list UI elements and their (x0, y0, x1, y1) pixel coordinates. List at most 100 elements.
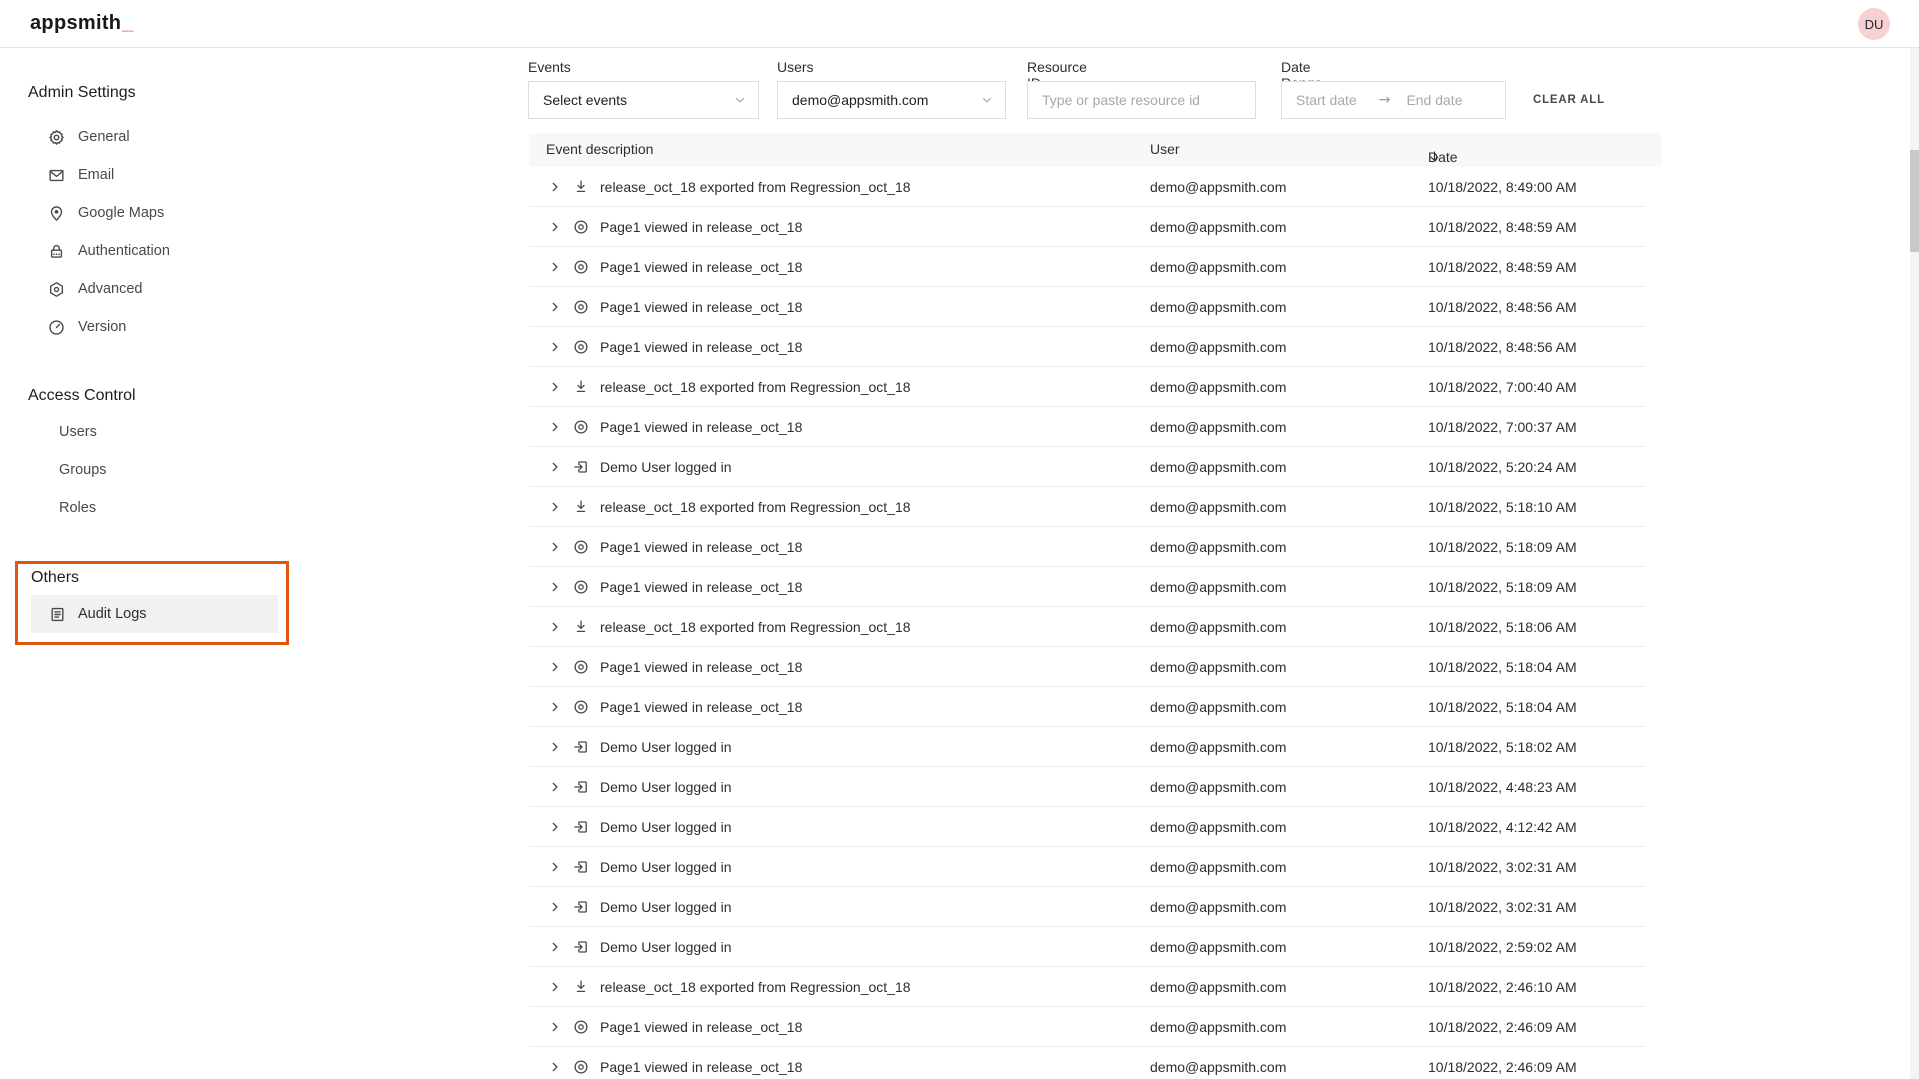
chevron-right-icon[interactable] (548, 780, 562, 794)
table-row[interactable]: Demo User logged indemo@appsmith.com10/1… (529, 447, 1645, 487)
chevron-right-icon[interactable] (548, 820, 562, 834)
table-row[interactable]: Page1 viewed in release_oct_18demo@appsm… (529, 287, 1645, 327)
event-date: 10/18/2022, 8:48:56 AM (1428, 327, 1577, 367)
sidebar-item-audit-logs[interactable]: Audit Logs (31, 595, 278, 633)
sidebar-item-users[interactable]: Users (0, 413, 320, 451)
event-date: 10/18/2022, 2:59:02 AM (1428, 927, 1577, 967)
chevron-right-icon[interactable] (548, 300, 562, 314)
sidebar-item-label: Version (78, 319, 126, 335)
events-select[interactable]: Select events (528, 81, 759, 119)
view-icon (573, 699, 589, 715)
table-row[interactable]: Demo User logged indemo@appsmith.com10/1… (529, 767, 1645, 807)
table-row[interactable]: Demo User logged indemo@appsmith.com10/1… (529, 927, 1645, 967)
chevron-right-icon[interactable] (548, 380, 562, 394)
table-row[interactable]: Demo User logged indemo@appsmith.com10/1… (529, 727, 1645, 767)
start-date-placeholder[interactable]: Start date (1296, 92, 1357, 108)
top-bar: appsmith_ DU (0, 0, 1919, 48)
table-row[interactable]: Page1 viewed in release_oct_18demo@appsm… (529, 567, 1645, 607)
user-avatar[interactable]: DU (1858, 8, 1890, 40)
table-row[interactable]: Demo User logged indemo@appsmith.com10/1… (529, 847, 1645, 887)
chevron-right-icon[interactable] (548, 420, 562, 434)
table-row[interactable]: Page1 viewed in release_oct_18demo@appsm… (529, 647, 1645, 687)
event-user: demo@appsmith.com (1150, 367, 1286, 407)
table-row[interactable]: Page1 viewed in release_oct_18demo@appsm… (529, 407, 1645, 447)
sidebar-access-control-items: Users GroupsRoles (0, 413, 320, 527)
sidebar-item-authentication[interactable]: Authentication (0, 232, 320, 270)
column-header-user[interactable]: User (1150, 141, 1180, 157)
chevron-right-icon[interactable] (548, 580, 562, 594)
chevron-right-icon[interactable] (548, 980, 562, 994)
chevron-right-icon[interactable] (548, 180, 562, 194)
table-row[interactable]: release_oct_18 exported from Regression_… (529, 167, 1645, 207)
chevron-right-icon[interactable] (548, 1060, 562, 1074)
event-description: release_oct_18 exported from Regression_… (600, 367, 911, 407)
event-description: release_oct_18 exported from Regression_… (600, 967, 911, 1007)
vertical-scrollbar-track[interactable] (1910, 48, 1919, 1079)
chevron-right-icon[interactable] (548, 740, 562, 754)
table-row[interactable]: Demo User logged indemo@appsmith.com10/1… (529, 807, 1645, 847)
sidebar-item-email[interactable]: Email (0, 156, 320, 194)
event-user: demo@appsmith.com (1150, 567, 1286, 607)
chevron-right-icon[interactable] (548, 620, 562, 634)
event-user: demo@appsmith.com (1150, 927, 1286, 967)
event-date: 10/18/2022, 5:20:24 AM (1428, 447, 1577, 487)
chevron-right-icon[interactable] (548, 860, 562, 874)
chevron-right-icon[interactable] (548, 1020, 562, 1034)
login-icon (573, 739, 589, 755)
chevron-right-icon[interactable] (548, 500, 562, 514)
chevron-right-icon[interactable] (548, 260, 562, 274)
table-row[interactable]: Page1 viewed in release_oct_18demo@appsm… (529, 207, 1645, 247)
sidebar-item-advanced[interactable]: Advanced (0, 270, 320, 308)
chevron-right-icon[interactable] (548, 700, 562, 714)
table-row[interactable]: release_oct_18 exported from Regression_… (529, 607, 1645, 647)
vertical-scrollbar-thumb[interactable] (1910, 150, 1919, 252)
event-date: 10/18/2022, 3:02:31 AM (1428, 847, 1577, 887)
sidebar-item-roles[interactable]: Roles (0, 489, 320, 527)
table-row[interactable]: Page1 viewed in release_oct_18demo@appsm… (529, 1047, 1645, 1079)
event-description: Page1 viewed in release_oct_18 (600, 687, 802, 727)
table-row[interactable]: release_oct_18 exported from Regression_… (529, 967, 1645, 1007)
table-row[interactable]: Page1 viewed in release_oct_18demo@appsm… (529, 327, 1645, 367)
audit-logs-filters: Events Select events Users demo@appsmith… (528, 48, 1919, 133)
login-icon (573, 459, 589, 475)
event-date: 10/18/2022, 5:18:04 AM (1428, 647, 1577, 687)
chevron-right-icon[interactable] (548, 460, 562, 474)
table-row[interactable]: Page1 viewed in release_oct_18demo@appsm… (529, 1007, 1645, 1047)
table-row[interactable]: Page1 viewed in release_oct_18demo@appsm… (529, 247, 1645, 287)
sidebar-item-label: Email (78, 167, 114, 183)
event-description: Page1 viewed in release_oct_18 (600, 1047, 802, 1079)
chevron-down-icon (734, 94, 746, 106)
sidebar-item-label: Users (59, 424, 97, 440)
view-icon (573, 419, 589, 435)
resource-id-input[interactable] (1028, 82, 1255, 118)
sidebar-item-version[interactable]: Version (0, 308, 320, 346)
column-header-event-description[interactable]: Event description (546, 141, 653, 157)
event-date: 10/18/2022, 8:49:00 AM (1428, 167, 1577, 207)
table-row[interactable]: Page1 viewed in release_oct_18demo@appsm… (529, 687, 1645, 727)
table-row[interactable]: Demo User logged indemo@appsmith.com10/1… (529, 887, 1645, 927)
events-filter-label: Events (528, 59, 571, 75)
chevron-right-icon[interactable] (548, 540, 562, 554)
end-date-placeholder[interactable]: End date (1406, 92, 1462, 108)
chevron-right-icon[interactable] (548, 340, 562, 354)
chevron-right-icon[interactable] (548, 900, 562, 914)
event-date: 10/18/2022, 5:18:09 AM (1428, 527, 1577, 567)
sidebar-item-groups[interactable]: Groups (0, 451, 320, 489)
table-row[interactable]: release_oct_18 exported from Regression_… (529, 367, 1645, 407)
table-row[interactable]: release_oct_18 exported from Regression_… (529, 487, 1645, 527)
chevron-right-icon[interactable] (548, 220, 562, 234)
event-date: 10/18/2022, 7:00:40 AM (1428, 367, 1577, 407)
chevron-right-icon[interactable] (548, 660, 562, 674)
sidebar-heading-others: Others (31, 569, 79, 587)
sidebar-item-general[interactable]: General (0, 118, 320, 156)
chevron-right-icon[interactable] (548, 940, 562, 954)
table-row[interactable]: Page1 viewed in release_oct_18demo@appsm… (529, 527, 1645, 567)
date-range-input[interactable]: Start date → End date (1281, 81, 1506, 119)
event-user: demo@appsmith.com (1150, 767, 1286, 807)
users-select[interactable]: demo@appsmith.com (777, 81, 1006, 119)
clear-all-button[interactable]: CLEAR ALL (1531, 88, 1607, 112)
event-user: demo@appsmith.com (1150, 167, 1286, 207)
sidebar-item-google-maps[interactable]: Google Maps (0, 194, 320, 232)
event-user: demo@appsmith.com (1150, 527, 1286, 567)
event-user: demo@appsmith.com (1150, 607, 1286, 647)
